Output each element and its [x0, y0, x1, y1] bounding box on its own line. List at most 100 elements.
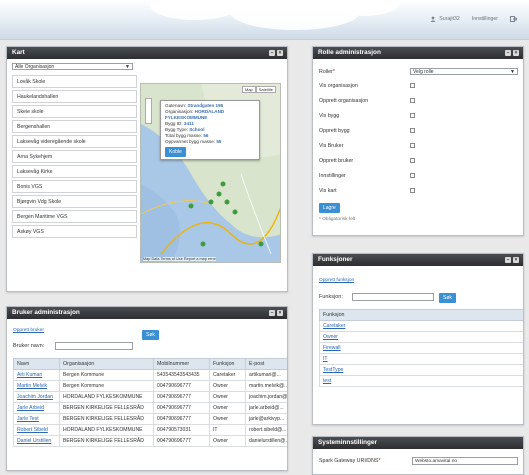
- bruker-panel: Bruker administrasjon – × Opprett bruker …: [6, 306, 288, 471]
- function-search-button[interactable]: Søk: [439, 293, 456, 303]
- table-cell: Bergen Kommune: [59, 380, 154, 392]
- user-name-label: Bruker navn:: [13, 343, 45, 349]
- panel-title: Bruker administrasjon: [12, 309, 80, 316]
- function-search-input[interactable]: [352, 293, 434, 301]
- table-cell: martin.melvik@...: [245, 380, 287, 392]
- popup-value: 3411: [183, 121, 194, 126]
- permission-checkbox[interactable]: [410, 188, 415, 193]
- table-row[interactable]: Jarle Arbeid BERGEN KIRKELIGE FELLESRÅD …: [13, 402, 287, 414]
- table-cell: 004790696777: [153, 435, 210, 447]
- minimize-icon[interactable]: –: [269, 50, 275, 56]
- table-row[interactable]: IT: [319, 353, 523, 365]
- column-header[interactable]: Funksjon: [319, 309, 523, 321]
- location-item[interactable]: Askøy VGS: [12, 225, 137, 238]
- user-link[interactable]: Jarle Test: [17, 416, 39, 422]
- create-function-link[interactable]: Opprett funksjon: [319, 278, 354, 283]
- user-link[interactable]: Martin Melvik: [17, 383, 47, 389]
- user-link[interactable]: Daniel Urstillen: [17, 438, 51, 444]
- map-footer: Map Data Terms of Use Report a map error: [143, 257, 216, 261]
- table-cell: jarle.arbeid@...: [245, 402, 287, 414]
- table-row[interactable]: test: [319, 375, 523, 387]
- table-row[interactable]: Owner: [319, 331, 523, 343]
- panel-title: Kart: [12, 49, 25, 56]
- permission-label: Opprett organisasjon: [319, 98, 369, 104]
- popup-value: Strandgaten 195: [187, 103, 224, 108]
- permission-checkbox[interactable]: [410, 83, 415, 88]
- permission-checkbox[interactable]: [410, 173, 415, 178]
- table-row[interactable]: Jarle Test BERGEN KIRKELIGE FELLESRÅD 00…: [13, 413, 287, 425]
- required-note: * Obligatorisk felt: [319, 217, 356, 222]
- close-icon[interactable]: ×: [277, 310, 283, 316]
- create-user-link[interactable]: Opprett bruker: [13, 328, 44, 333]
- minimize-icon[interactable]: –: [505, 50, 511, 56]
- location-item[interactable]: Bergenshallen: [12, 120, 137, 133]
- close-icon[interactable]: ×: [513, 50, 519, 56]
- user-link[interactable]: Robert Sibeld: [17, 427, 48, 433]
- function-link[interactable]: IT: [323, 356, 328, 362]
- save-button[interactable]: Lagre: [319, 203, 340, 213]
- location-item[interactable]: Lovåk Skole: [12, 75, 137, 88]
- location-item[interactable]: Arna Sykehjem: [12, 150, 137, 163]
- permission-checkbox[interactable]: [410, 98, 415, 103]
- logout-icon[interactable]: [510, 16, 517, 22]
- zoom-control[interactable]: [145, 98, 152, 124]
- chevron-down-icon: ▼: [125, 63, 130, 70]
- popup-label: Oppvarmet bygg masse:: [165, 139, 216, 144]
- table-row[interactable]: Daniel Urstillen BERGEN KIRKELIGE FELLES…: [13, 435, 287, 447]
- permission-label: Vis organisasjon: [319, 83, 358, 89]
- table-row[interactable]: Caretaker: [319, 320, 523, 332]
- table-cell: robert.sibeld@...: [245, 424, 287, 436]
- column-header[interactable]: Mobilnummer: [153, 358, 210, 370]
- minimize-icon[interactable]: –: [505, 257, 511, 263]
- table-row[interactable]: Firewall: [319, 342, 523, 354]
- location-item[interactable]: Bjørgvin Vdg Skole: [12, 195, 137, 208]
- table-row[interactable]: Joachim Jordan HORDALAND FYLKESKOMMUNE 0…: [13, 391, 287, 403]
- connect-button[interactable]: Koble: [165, 147, 186, 157]
- map-view[interactable]: Map Satellite Gatenavn: Strandgaten 195 …: [140, 83, 281, 263]
- gateway-label: Spark Gateway URI/DNS*: [319, 458, 381, 464]
- permission-checkbox[interactable]: [410, 128, 415, 133]
- organization-select[interactable]: Alle Organisasjon ▼: [12, 63, 133, 70]
- location-item[interactable]: Laksevåg Kirke: [12, 165, 137, 178]
- location-item[interactable]: Bonis VGS: [12, 180, 137, 193]
- function-link[interactable]: test: [323, 378, 331, 384]
- user-link[interactable]: Arti Kumari: [17, 372, 42, 378]
- table-row[interactable]: Martin Melvik Bergen Kommune 00479069677…: [13, 380, 287, 392]
- function-link[interactable]: Firewall: [323, 345, 341, 351]
- location-item[interactable]: Skeie skole: [12, 105, 137, 118]
- function-table: Funksjon Caretaker Owner Firewall IT Tes…: [319, 309, 523, 387]
- permission-checkbox[interactable]: [410, 158, 415, 163]
- table-cell: Owner: [209, 380, 246, 392]
- user-search-button[interactable]: Søk: [142, 330, 159, 340]
- table-row[interactable]: TestType: [319, 364, 523, 376]
- close-icon[interactable]: ×: [277, 50, 283, 56]
- column-header[interactable]: Navn: [13, 358, 60, 370]
- column-header[interactable]: Organisasjon: [59, 358, 154, 370]
- minimize-icon[interactable]: –: [269, 310, 275, 316]
- table-cell: BERGEN KIRKELIGE FELLESRÅD: [59, 435, 154, 447]
- function-link[interactable]: Owner: [323, 334, 338, 340]
- user-menu[interactable]: Surajit32: [430, 16, 460, 22]
- location-item[interactable]: Haukelandshallen: [12, 90, 137, 103]
- settings-link[interactable]: Innstillinger: [472, 16, 498, 22]
- table-cell: 543543543543435: [153, 369, 210, 381]
- gateway-input[interactable]: Websto.amavital.no: [412, 457, 518, 465]
- column-header[interactable]: Funksjon: [209, 358, 246, 370]
- table-row[interactable]: Arti Kumari Bergen Kommune 5435435435434…: [13, 369, 287, 381]
- location-item[interactable]: Laksevåg videregående skole: [12, 135, 137, 148]
- location-item[interactable]: Bergen Maritime VGS: [12, 210, 137, 223]
- column-header[interactable]: E-post: [245, 358, 287, 370]
- role-select[interactable]: Velg rolle ▼: [410, 68, 518, 75]
- map-type-map[interactable]: Map: [241, 86, 256, 93]
- kart-panel: Kart – × Alle Organisasjon ▼ Lovåk Skole …: [6, 46, 288, 292]
- user-link[interactable]: Joachim Jordan: [17, 394, 53, 400]
- table-row[interactable]: Robert Sibeld HORDALAND FYLKESKOMMUNE 00…: [13, 424, 287, 436]
- permission-checkbox[interactable]: [410, 113, 415, 118]
- user-link[interactable]: Jarle Arbeid: [17, 405, 44, 411]
- function-link[interactable]: Caretaker: [323, 323, 345, 329]
- map-type-satellite[interactable]: Satellite: [255, 86, 276, 93]
- close-icon[interactable]: ×: [513, 257, 519, 263]
- user-search-input[interactable]: [55, 342, 133, 350]
- function-link[interactable]: TestType: [323, 367, 343, 373]
- permission-checkbox[interactable]: [410, 143, 415, 148]
